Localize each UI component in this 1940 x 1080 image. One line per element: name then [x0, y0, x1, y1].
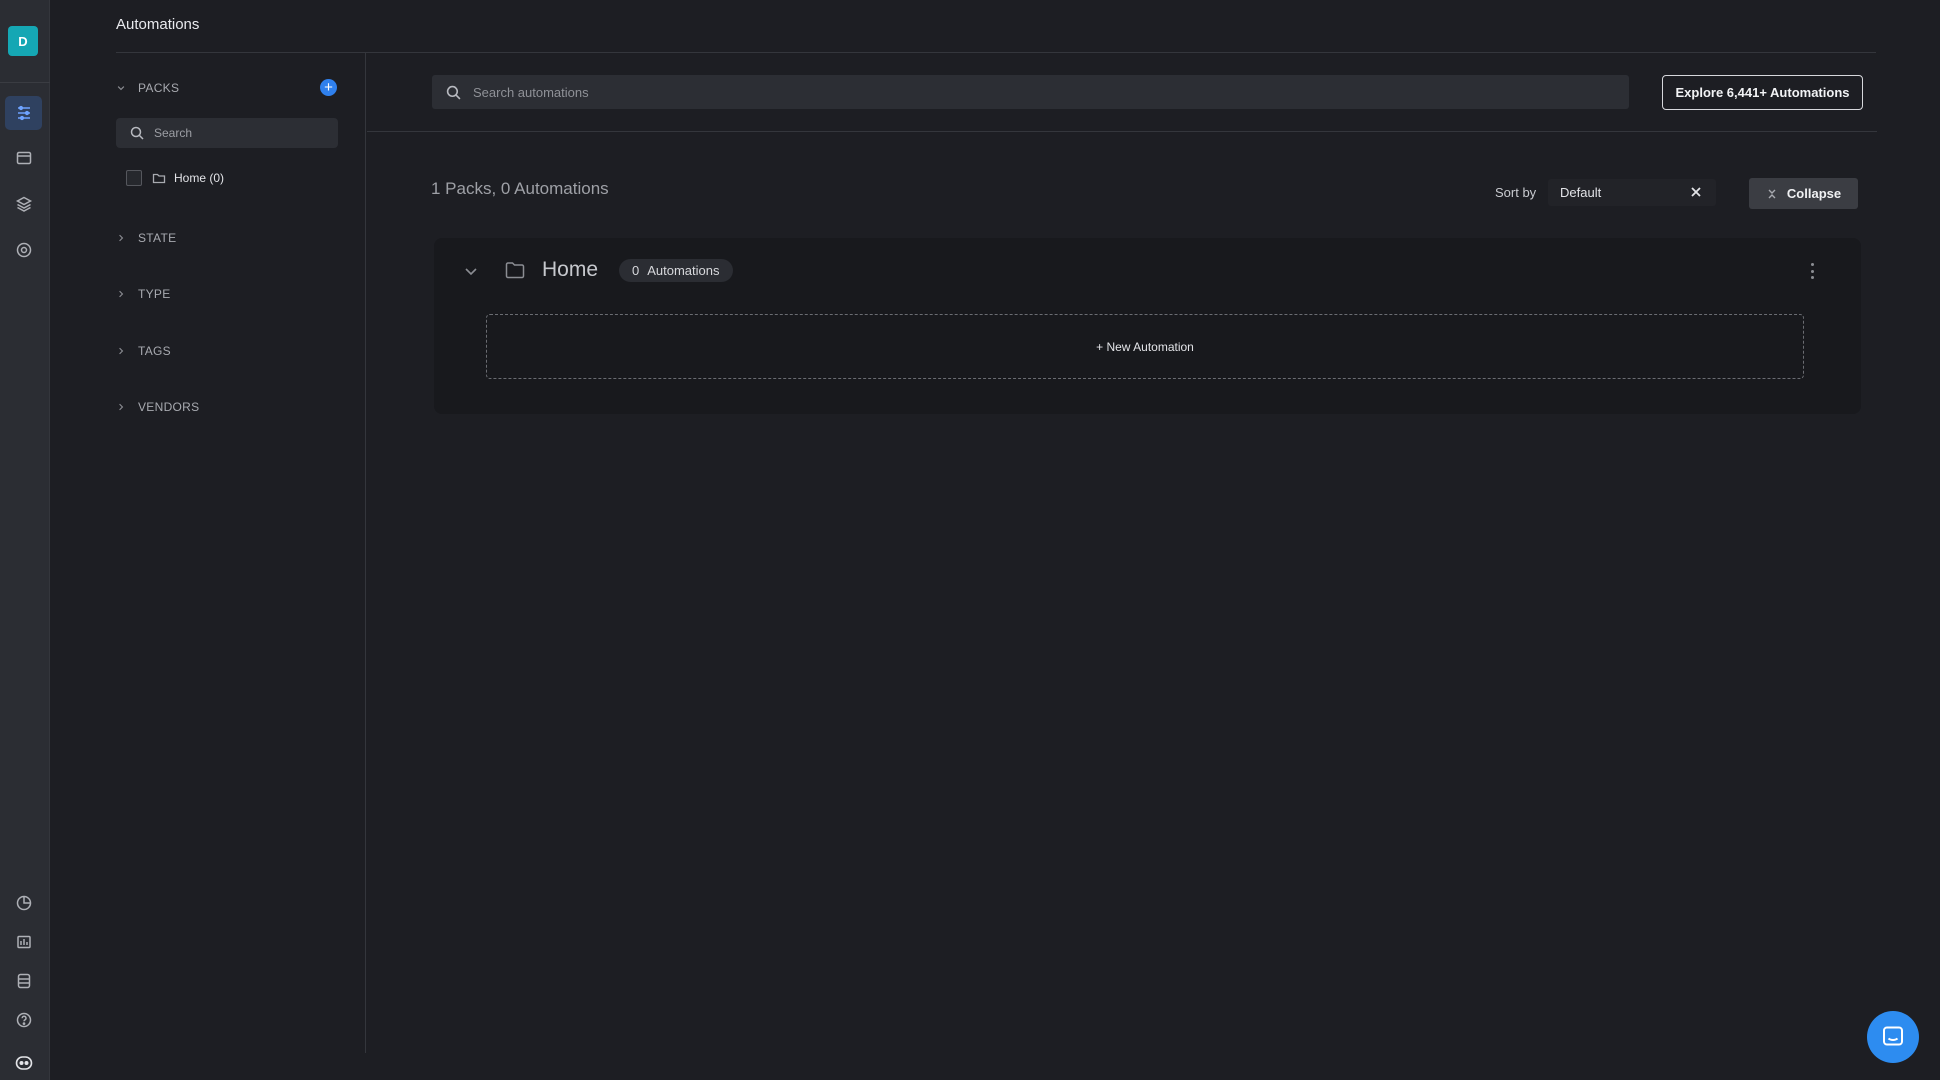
automation-count-label: Automations — [647, 263, 720, 278]
add-pack-button[interactable]: + — [320, 79, 337, 96]
bot-nav-button[interactable] — [5, 1046, 42, 1080]
section-label: STATE — [138, 231, 177, 245]
database-nav-button[interactable] — [5, 964, 42, 998]
reports-icon — [16, 935, 31, 949]
section-label: PACKS — [138, 81, 180, 95]
folder-icon — [505, 262, 525, 279]
automation-search-input[interactable] — [473, 84, 1273, 100]
workspace-avatar[interactable]: D — [8, 26, 38, 56]
activity-nav-button[interactable] — [5, 886, 42, 920]
sort-label: Sort by — [1495, 185, 1537, 200]
pack-search-input[interactable] — [154, 126, 314, 140]
section-state[interactable]: STATE — [116, 231, 176, 245]
automations-nav-button[interactable] — [5, 96, 42, 130]
folder-icon — [152, 173, 166, 184]
section-type[interactable]: TYPE — [116, 287, 171, 301]
chevron-down-icon — [116, 81, 130, 95]
section-vendors[interactable]: VENDORS — [116, 400, 199, 414]
chevron-right-icon — [116, 400, 130, 414]
layers-nav-button[interactable] — [5, 187, 42, 221]
pack-filter-label: Home (0) — [174, 171, 225, 185]
automation-search — [432, 75, 1629, 109]
pack-filter-item[interactable]: Home (0) — [126, 170, 224, 186]
explore-automations-button[interactable]: Explore 6,441+ Automations — [1662, 75, 1863, 110]
rail-divider — [0, 82, 50, 83]
pack-card: Home 0 Automations + New Automation — [434, 238, 1861, 414]
collapse-label: Collapse — [1786, 186, 1842, 201]
clear-sort-icon[interactable] — [1688, 184, 1704, 200]
chat-icon — [1883, 1026, 1903, 1046]
settings-nav-button[interactable] — [5, 233, 42, 267]
section-label: VENDORS — [138, 400, 200, 414]
help-nav-button[interactable] — [5, 1003, 42, 1037]
layers-icon — [15, 196, 32, 212]
pack-search — [116, 118, 338, 148]
automation-count: 0 — [632, 263, 640, 278]
activity-icon — [16, 895, 31, 911]
section-label: TYPE — [138, 287, 171, 301]
sort-select[interactable]: Default — [1548, 179, 1716, 206]
page-title: Automations — [116, 16, 200, 33]
new-automation-button[interactable]: + New Automation — [486, 314, 1804, 379]
filter-sidebar: PACKS + Home (0) STATE TYPE — [116, 53, 366, 1053]
calendar-nav-button[interactable] — [5, 141, 42, 175]
collapse-button[interactable]: Collapse — [1749, 178, 1858, 209]
chevron-right-icon — [116, 344, 130, 358]
pack-title: Home — [542, 258, 599, 281]
bot-icon — [15, 1056, 32, 1070]
reports-nav-button[interactable] — [5, 925, 42, 959]
header-divider — [116, 52, 1876, 53]
automations-icon — [17, 105, 30, 121]
more-options-icon[interactable] — [1807, 260, 1817, 282]
chevron-down-icon[interactable] — [463, 263, 479, 279]
results-summary: 1 Packs, 0 Automations — [431, 179, 609, 198]
chevron-right-icon — [116, 287, 130, 301]
chat-launcher-button[interactable] — [1867, 1011, 1919, 1063]
toolbar-divider — [367, 131, 1877, 132]
calendar-icon — [16, 151, 31, 165]
section-tags[interactable]: TAGS — [116, 344, 171, 358]
section-packs[interactable]: PACKS — [116, 81, 179, 95]
collapse-icon — [1768, 189, 1776, 198]
app-frame: D Automations PACKS + Search Home (0) ST… — [0, 0, 1940, 1080]
automation-count-badge: 0 Automations — [619, 259, 733, 282]
pack-checkbox[interactable] — [126, 170, 142, 186]
nav-rail: D — [0, 0, 50, 1080]
section-label: TAGS — [138, 344, 171, 358]
help-icon — [16, 1012, 31, 1028]
database-icon — [17, 973, 30, 989]
search-icon — [130, 126, 144, 140]
settings-icon — [16, 242, 31, 258]
chevron-right-icon — [116, 231, 130, 245]
sort-value: Default — [1560, 185, 1602, 200]
search-icon — [446, 85, 461, 99]
